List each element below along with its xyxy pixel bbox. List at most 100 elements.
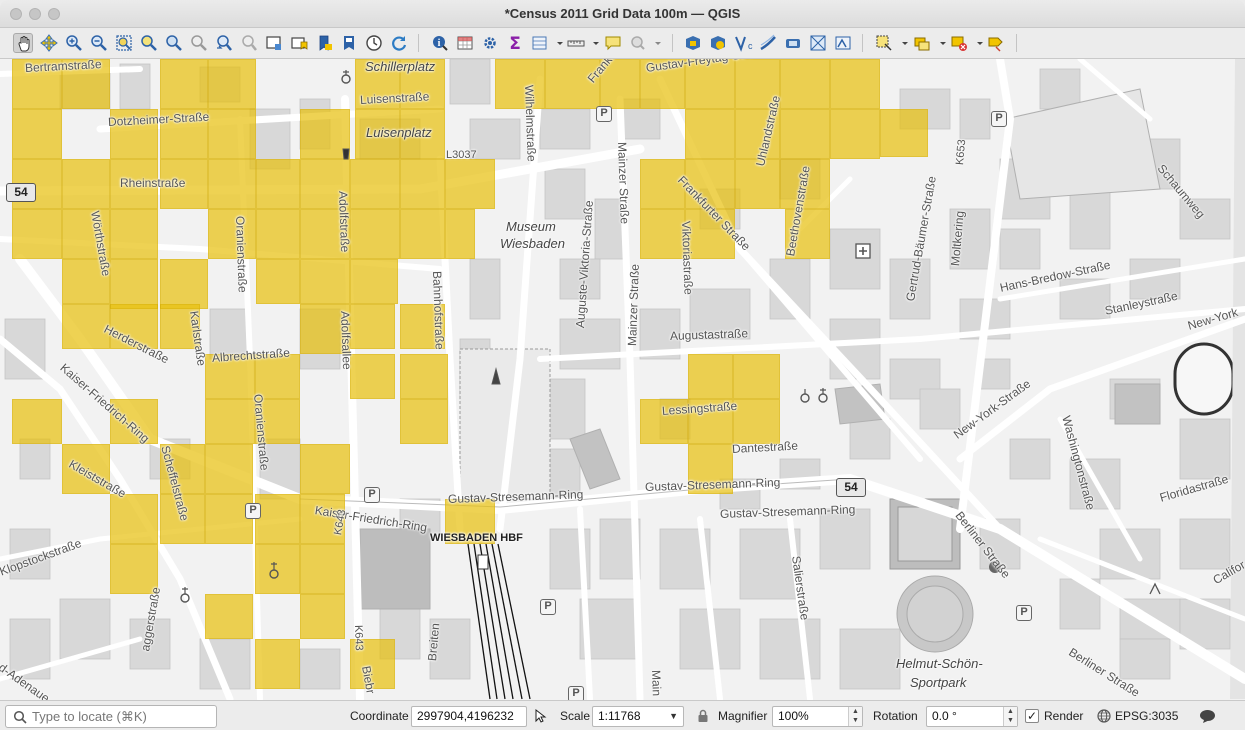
census-grid-cell xyxy=(205,494,253,544)
chevron-down-icon[interactable] xyxy=(970,33,983,53)
census-grid-cell xyxy=(780,109,830,159)
parking-icon: P xyxy=(245,503,261,519)
census-grid-cell xyxy=(12,399,62,444)
plugin-b-icon[interactable] xyxy=(708,33,728,53)
map-label: Wiesbaden xyxy=(500,236,565,251)
plugin-g-icon[interactable] xyxy=(833,33,853,53)
census-grid-cell xyxy=(208,209,256,259)
census-grid-cell xyxy=(735,159,780,209)
locator-search-input[interactable]: Type to locate (⌘K) xyxy=(5,705,217,728)
census-grid-cell xyxy=(12,209,62,259)
locator-placeholder: Type to locate (⌘K) xyxy=(32,709,147,724)
select-by-value-icon[interactable] xyxy=(912,33,932,53)
globe-icon[interactable] xyxy=(1097,709,1111,723)
parking-icon: P xyxy=(596,106,612,122)
zoom-next-icon[interactable] xyxy=(239,33,259,53)
identify-icon[interactable]: i xyxy=(430,33,450,53)
magnifier-spinbox[interactable]: 100% ▲ ▼ xyxy=(772,706,863,727)
spinner-arrows-icon[interactable]: ▲ ▼ xyxy=(848,707,862,726)
rotation-spinbox[interactable]: 0.0 ° ▲ ▼ xyxy=(926,706,1018,727)
census-grid-cell xyxy=(205,594,253,639)
census-grid-cell xyxy=(640,209,685,259)
plugin-c-icon[interactable]: c xyxy=(733,33,753,53)
plugin-a-icon[interactable] xyxy=(683,33,703,53)
census-grid-cell xyxy=(830,59,880,109)
zoom-to-selection-icon[interactable] xyxy=(139,33,159,53)
messages-icon[interactable] xyxy=(1199,708,1216,724)
zoom-to-layer-icon[interactable] xyxy=(164,33,184,53)
statistics-icon[interactable]: Σ xyxy=(505,33,525,54)
chevron-down-icon[interactable] xyxy=(586,33,599,53)
chevron-down-icon: ▼ xyxy=(669,711,678,721)
lock-icon[interactable] xyxy=(697,709,709,723)
census-grid-cell xyxy=(12,109,62,159)
crs-label[interactable]: EPSG:3035 xyxy=(1115,701,1178,730)
scale-combobox[interactable]: 1:11768 ▼ xyxy=(592,706,684,727)
map-label: Adolfsallee xyxy=(338,310,355,370)
chevron-down-icon[interactable] xyxy=(550,33,563,53)
open-field-calculator-icon[interactable] xyxy=(530,33,550,53)
census-grid-cell xyxy=(256,209,300,259)
window-title: *Census 2011 Grid Data 100m — QGIS xyxy=(504,6,741,21)
plugin-f-icon[interactable] xyxy=(808,33,828,53)
map-label: Augustastraße xyxy=(669,326,749,343)
map-label: Helmut-Schön- xyxy=(896,656,983,671)
census-grid-cell xyxy=(350,159,400,209)
chevron-down-icon[interactable] xyxy=(648,33,661,53)
select-features-icon[interactable] xyxy=(874,33,894,53)
map-label: Mainzer Straße xyxy=(615,141,632,225)
census-grid-cell xyxy=(256,259,300,304)
map-label: L3037 xyxy=(446,149,477,161)
scale-label: Scale xyxy=(560,709,591,723)
processing-toolbox-icon[interactable] xyxy=(480,33,500,53)
zoom-in-icon[interactable] xyxy=(64,33,84,53)
label-icon[interactable] xyxy=(986,33,1006,53)
rotation-label: Rotation xyxy=(873,709,918,723)
zoom-last-icon[interactable] xyxy=(214,33,234,53)
show-bookmarks-icon[interactable] xyxy=(314,33,334,53)
zoom-out-icon[interactable] xyxy=(89,33,109,53)
toolbar-separator xyxy=(1016,34,1017,52)
chevron-down-icon[interactable] xyxy=(895,33,908,53)
pan-icon[interactable] xyxy=(13,33,33,53)
map-label: Museum xyxy=(506,219,556,234)
pan-to-selection-icon[interactable] xyxy=(39,33,59,53)
coordinate-field[interactable]: 2997904,4196232 xyxy=(411,706,527,727)
map-label: Main xyxy=(649,669,664,697)
new-map-view-icon[interactable] xyxy=(264,33,284,53)
map-label: Viktoriastraße xyxy=(679,220,696,296)
census-grid-cell xyxy=(685,109,735,159)
zoom-native-icon[interactable] xyxy=(189,33,209,53)
render-checkbox[interactable]: ✓ xyxy=(1025,709,1039,723)
census-grid-cell xyxy=(208,109,256,159)
plugin-d-icon[interactable] xyxy=(758,33,778,53)
annotation-icon[interactable] xyxy=(628,33,648,53)
map-label: Luisenplatz xyxy=(366,125,432,140)
spinner-arrows-icon[interactable]: ▲ ▼ xyxy=(1003,707,1017,726)
map-label: K643 xyxy=(352,624,365,651)
temporal-bookmark-icon[interactable] xyxy=(339,33,359,53)
status-bar: Type to locate (⌘K) Coordinate 2997904,4… xyxy=(0,700,1245,730)
map-canvas[interactable]: 54 54 P P P P P P P Bertramstraße Schill… xyxy=(0,59,1245,700)
refresh-icon[interactable] xyxy=(389,33,409,53)
map-label: Bahnhofstraße xyxy=(430,270,447,350)
measure-icon[interactable] xyxy=(566,33,586,53)
plugin-e-icon[interactable] xyxy=(783,33,803,53)
attribute-table-icon[interactable] xyxy=(455,33,475,53)
title-bar: *Census 2011 Grid Data 100m — QGIS xyxy=(0,0,1245,28)
parking-icon: P xyxy=(1016,605,1032,621)
census-grid-cell xyxy=(350,209,400,259)
svg-text:c: c xyxy=(748,41,753,51)
map-tips-icon[interactable] xyxy=(603,33,623,53)
new-bookmark-icon[interactable] xyxy=(289,33,309,53)
mouse-pointer-icon[interactable] xyxy=(532,708,548,724)
qgis-window: *Census 2011 Grid Data 100m — QGIS i Σ c… xyxy=(0,0,1245,730)
census-grid-cell xyxy=(688,354,733,399)
temporal-controller-icon[interactable] xyxy=(364,33,384,53)
rotation-value: 0.0 ° xyxy=(932,709,957,723)
census-grid-cell xyxy=(255,639,300,689)
deselect-icon[interactable] xyxy=(949,33,969,53)
zoom-full-icon[interactable] xyxy=(114,33,134,53)
svg-text:i: i xyxy=(438,38,441,49)
chevron-down-icon[interactable] xyxy=(933,33,946,53)
